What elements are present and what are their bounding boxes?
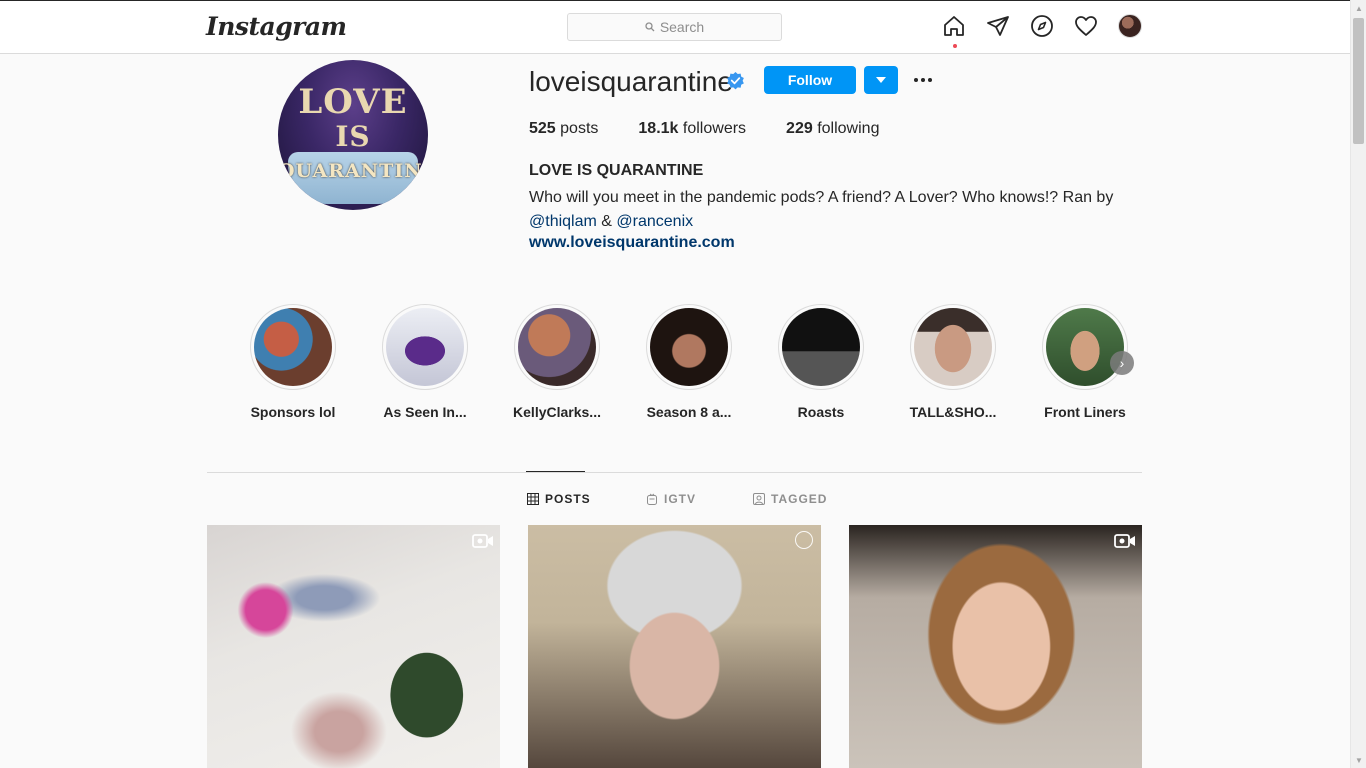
highlight-cover <box>650 308 728 386</box>
follow-button[interactable]: Follow <box>764 66 856 94</box>
direct-message-icon[interactable] <box>986 14 1010 38</box>
search-placeholder: Search <box>659 19 705 35</box>
post-thumbnail[interactable] <box>528 525 821 768</box>
bio-mention-rancenix[interactable]: @rancenix <box>616 213 693 230</box>
highlight-cover <box>386 308 464 386</box>
top-navigation-bar: Instagram Search <box>0 0 1350 54</box>
highlight-cover <box>782 308 860 386</box>
video-icon <box>472 533 494 549</box>
video-icon <box>1114 533 1136 549</box>
profile-username: loveisquarantine <box>529 66 733 97</box>
scroll-thumb[interactable] <box>1353 18 1364 144</box>
highlight-cover <box>518 308 596 386</box>
bio-ampersand: & <box>601 213 612 230</box>
page-scrollbar[interactable]: ▲ ▼ <box>1350 0 1366 768</box>
explore-compass-icon[interactable] <box>1030 14 1054 38</box>
igtv-icon <box>647 493 657 505</box>
instagram-logo[interactable]: Instagram <box>206 12 347 41</box>
tab-igtv[interactable]: IGTV <box>646 492 696 506</box>
highlights-next-arrow-icon[interactable]: › <box>1110 351 1134 375</box>
grid-icon <box>527 493 539 505</box>
avatar <box>1118 14 1142 38</box>
highlight-sponsors[interactable]: Sponsors lol <box>227 304 359 420</box>
more-options-icon[interactable] <box>910 69 936 91</box>
tagged-icon <box>753 493 765 505</box>
tabs-divider <box>207 472 1142 473</box>
verified-badge-icon <box>727 71 744 90</box>
highlight-cover <box>914 308 992 386</box>
search-icon <box>645 22 655 32</box>
active-tab-indicator <box>526 471 585 472</box>
scroll-up-arrow-icon[interactable]: ▲ <box>1351 0 1366 16</box>
profile-picture-text-quarantine: QUARANTINE <box>278 160 428 182</box>
highlight-cover <box>1046 308 1124 386</box>
tab-tagged[interactable]: TAGGED <box>753 492 827 506</box>
notification-dot <box>953 44 957 48</box>
post-thumbnail[interactable] <box>849 525 1142 768</box>
following-stat[interactable]: 229 following <box>786 120 879 138</box>
tab-posts[interactable]: POSTS <box>527 492 591 506</box>
home-icon[interactable] <box>942 14 966 48</box>
igtv-icon <box>795 531 813 549</box>
bio-mention-thiqlam[interactable]: @thiqlam <box>529 213 597 230</box>
highlight-as-seen-in[interactable]: As Seen In... <box>359 304 491 420</box>
activity-heart-icon[interactable] <box>1074 14 1098 38</box>
search-input[interactable]: Search <box>567 13 782 41</box>
followers-stat[interactable]: 18.1k followers <box>638 120 746 138</box>
highlight-kellyclarkson[interactable]: KellyClarks... <box>491 304 623 420</box>
highlight-tall-short[interactable]: TALL&SHO... <box>887 304 1019 420</box>
profile-picture-text-love: LOVE <box>298 82 408 122</box>
suggested-accounts-dropdown-button[interactable] <box>864 66 898 94</box>
profile-avatar-button[interactable] <box>1118 14 1142 38</box>
profile-stats: 525 posts 18.1k followers 229 following <box>529 120 919 138</box>
highlight-season-8[interactable]: Season 8 a... <box>623 304 755 420</box>
bio-text: Who will you meet in the pandemic pods? … <box>529 189 1114 206</box>
scroll-down-arrow-icon[interactable]: ▼ <box>1351 752 1366 768</box>
highlight-cover <box>254 308 332 386</box>
post-thumbnail[interactable] <box>207 525 500 768</box>
profile-bio: Who will you meet in the pandemic pods? … <box>529 186 1129 234</box>
profile-full-name: LOVE IS QUARANTINE <box>529 162 704 179</box>
profile-picture[interactable]: LOVE IS QUARANTINE <box>278 60 428 210</box>
story-highlights: Sponsors lol As Seen In... KellyClarks..… <box>250 304 1175 420</box>
highlight-roasts[interactable]: Roasts <box>755 304 887 420</box>
posts-stat: 525 posts <box>529 120 599 137</box>
profile-picture-text-is: IS <box>335 120 371 153</box>
profile-website-link[interactable]: www.loveisquarantine.com <box>529 234 735 252</box>
chevron-down-icon <box>876 77 886 83</box>
